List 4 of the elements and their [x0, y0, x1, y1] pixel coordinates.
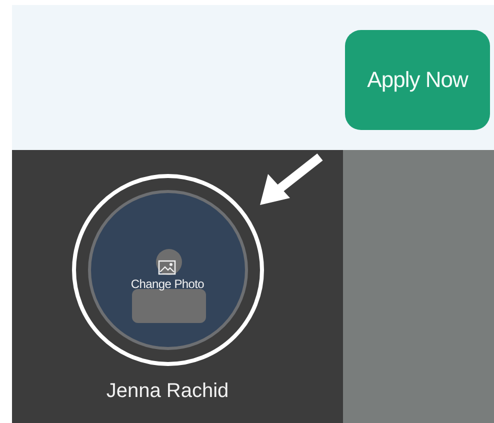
profile-name: Jenna Rachid: [106, 380, 229, 403]
avatar[interactable]: Change Photo: [88, 190, 248, 350]
image-icon: [158, 260, 176, 274]
change-photo-button[interactable]: Change Photo: [130, 260, 204, 290]
